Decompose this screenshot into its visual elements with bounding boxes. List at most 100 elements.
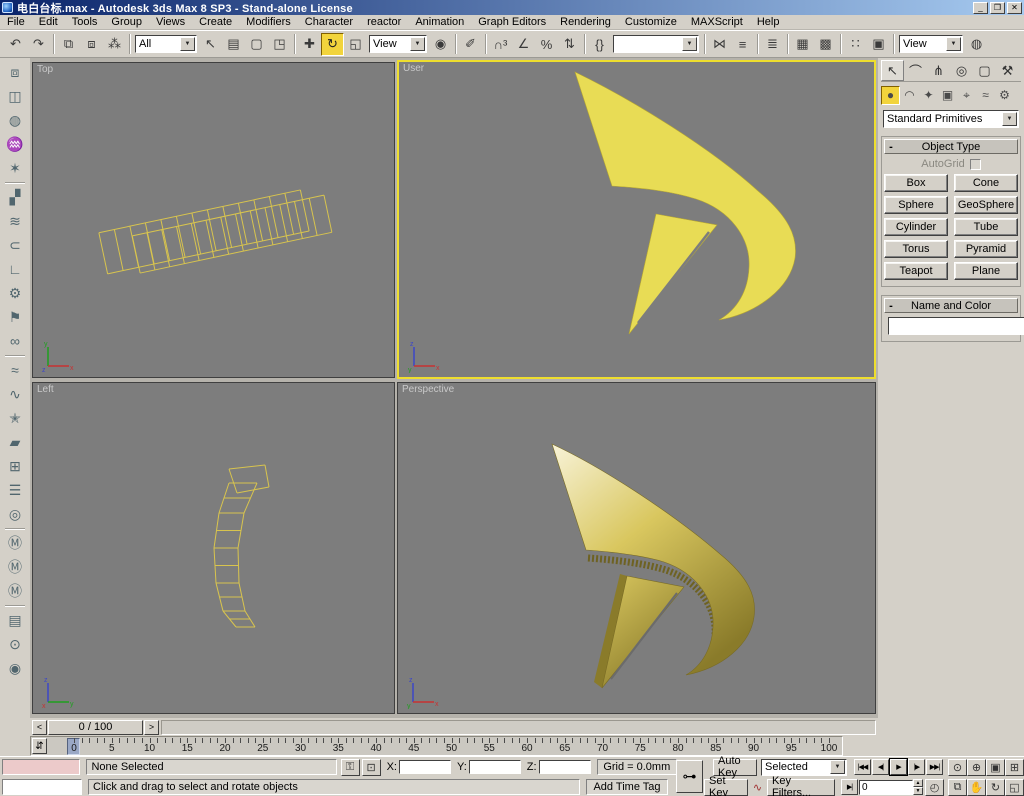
shapes-category-icon[interactable]: ◠ xyxy=(900,86,919,105)
object-type-cylinder-button[interactable]: Cylinder xyxy=(884,218,948,236)
menu-rendering[interactable]: Rendering xyxy=(553,15,618,30)
plate-icon[interactable]: ▰ xyxy=(3,430,27,454)
rectangular-selection-region-icon[interactable]: ▢ xyxy=(245,33,268,56)
previous-frame-arrow[interactable]: < xyxy=(32,720,47,735)
set-keys-button[interactable]: ⊶ xyxy=(676,760,703,793)
use-pivot-point-center-icon[interactable]: ◉ xyxy=(429,33,452,56)
spinner-snap-toggle-icon[interactable]: ⇅ xyxy=(558,33,581,56)
maxscript-mini-listener-pink[interactable] xyxy=(2,759,80,775)
ladder-icon[interactable]: ☰ xyxy=(3,478,27,502)
object-type-rollout-header[interactable]: - Object Type xyxy=(884,139,1018,154)
properties-window-icon[interactable]: ▤ xyxy=(3,608,27,632)
chevron-down-icon[interactable]: ▼ xyxy=(946,37,961,51)
object-type-torus-button[interactable]: Torus xyxy=(884,240,948,258)
viewport-user[interactable]: User z x y xyxy=(397,60,876,379)
menu-edit[interactable]: Edit xyxy=(32,15,65,30)
undo-icon[interactable]: ↶ xyxy=(4,33,27,56)
zoom-icon[interactable]: ⊙ xyxy=(948,759,967,776)
next-frame-button[interactable]: |▶ xyxy=(908,759,925,775)
x-coordinate-field[interactable] xyxy=(399,760,451,774)
spinner-down-icon[interactable]: ▼ xyxy=(913,787,923,795)
track-bar[interactable]: ⇵ 05101520253035404550556065707580859095… xyxy=(30,736,843,756)
window-crossing-icon[interactable]: ◳ xyxy=(268,33,291,56)
current-frame-field[interactable] xyxy=(859,780,913,795)
percent-snap-toggle-icon[interactable]: % xyxy=(535,33,558,56)
space-warps-category-icon[interactable]: ≈ xyxy=(976,86,995,105)
object-name-field[interactable] xyxy=(888,317,1024,335)
select-object-icon[interactable]: ↖ xyxy=(199,33,222,56)
chevron-down-icon[interactable]: ▼ xyxy=(1002,112,1017,126)
selected-dropdown[interactable]: Selected ▼ xyxy=(761,759,847,776)
fluid-icon[interactable]: ♒ xyxy=(3,132,27,156)
object-type-teapot-button[interactable]: Teapot xyxy=(884,262,948,280)
deforming-mesh-icon[interactable]: ✶ xyxy=(3,156,27,180)
default-tangents-icon[interactable]: ∿ xyxy=(748,779,767,796)
select-by-name-icon[interactable]: ▤ xyxy=(222,33,245,56)
chevron-down-icon[interactable]: ▼ xyxy=(410,37,425,51)
helpers-category-icon[interactable]: ⌖ xyxy=(957,86,976,105)
menu-animation[interactable]: Animation xyxy=(408,15,471,30)
rag-doll-icon[interactable]: ✭ xyxy=(3,406,27,430)
menu-character[interactable]: Character xyxy=(298,15,360,30)
logo-outer-swoosh[interactable] xyxy=(575,72,796,320)
menu-reactor[interactable]: reactor xyxy=(360,15,408,30)
viewport-perspective[interactable]: Perspective xyxy=(397,382,876,714)
region-zoom-icon[interactable]: ⧉ xyxy=(948,779,967,796)
unlink-selection-icon[interactable]: ⧈ xyxy=(80,33,103,56)
arc-rotate-icon[interactable]: ↻ xyxy=(986,779,1005,796)
cloth-collection-icon[interactable]: ◫ xyxy=(3,84,27,108)
viewport-perspective-label[interactable]: Perspective xyxy=(402,384,454,395)
set-key-button[interactable]: Set Key xyxy=(704,779,748,796)
render-scene-icon[interactable]: ▣ xyxy=(867,33,890,56)
autogrid-checkbox[interactable] xyxy=(970,159,981,170)
cloth-modifier-icon[interactable]: Ⓜ xyxy=(3,531,27,555)
y-coordinate-field[interactable] xyxy=(469,760,521,774)
rigid-body-collection-icon[interactable]: ⧈ xyxy=(3,60,27,84)
object-type-box-button[interactable]: Box xyxy=(884,174,948,192)
menu-group[interactable]: Group xyxy=(104,15,149,30)
angle-snap-toggle-icon[interactable]: ∠ xyxy=(512,33,535,56)
time-configuration-icon[interactable]: ◴ xyxy=(925,779,944,796)
quick-render-icon[interactable]: ◍ xyxy=(965,33,988,56)
select-and-rotate-icon[interactable]: ↻ xyxy=(321,33,344,56)
collapse-icon[interactable]: - xyxy=(885,141,897,153)
viewport-top[interactable]: Top y x z xyxy=(32,62,395,378)
wheel-icon[interactable]: ◎ xyxy=(3,502,27,526)
menu-graph-editors[interactable]: Graph Editors xyxy=(471,15,553,30)
primitive-type-dropdown[interactable]: Standard Primitives ▼ xyxy=(883,110,1019,128)
edit-named-selection-sets-icon[interactable]: {} xyxy=(588,33,611,56)
viewport-left[interactable]: Left z y x xyxy=(32,382,395,714)
name-and-color-rollout-header[interactable]: - Name and Color xyxy=(884,298,1018,313)
viewport-top-label[interactable]: Top xyxy=(37,64,53,75)
menu-tools[interactable]: Tools xyxy=(65,15,105,30)
frame-spinner[interactable]: ▲ ▼ xyxy=(913,779,923,795)
pan-icon[interactable]: ✋ xyxy=(967,779,986,796)
snaps-toggle-icon[interactable]: ∩³ xyxy=(489,33,512,56)
time-slider-handle[interactable]: 0 / 100 xyxy=(48,720,143,735)
object-type-geosphere-button[interactable]: GeoSphere xyxy=(954,196,1018,214)
z-coordinate-field[interactable] xyxy=(539,760,591,774)
chevron-down-icon[interactable]: ▼ xyxy=(830,760,845,774)
spring-icon[interactable]: ≋ xyxy=(3,209,27,233)
chevron-down-icon[interactable]: ▼ xyxy=(180,37,195,51)
wind-icon[interactable]: ⚑ xyxy=(3,305,27,329)
fracture-icon[interactable]: ⊞ xyxy=(3,454,27,478)
play-button[interactable]: ▶ xyxy=(890,759,907,775)
motor-icon[interactable]: ⚙ xyxy=(3,281,27,305)
menu-customize[interactable]: Customize xyxy=(618,15,684,30)
time-slider-track[interactable] xyxy=(161,720,876,735)
cameras-category-icon[interactable]: ▣ xyxy=(938,86,957,105)
collapse-icon[interactable]: - xyxy=(885,300,897,312)
next-frame-arrow[interactable]: > xyxy=(144,720,159,735)
selection-filter-dropdown[interactable]: All▼ xyxy=(135,35,197,53)
rope-modifier-icon[interactable]: Ⓜ xyxy=(3,579,27,603)
key-mode-toggle-button[interactable]: ▶| xyxy=(841,779,858,795)
zoom-extents-icon[interactable]: ▣ xyxy=(986,759,1005,776)
zoom-extents-all-icon[interactable]: ⊞ xyxy=(1005,759,1024,776)
logo-outer-swoosh-3d[interactable] xyxy=(552,444,755,675)
auto-key-button[interactable]: Auto Key xyxy=(713,759,757,776)
selection-lock-icon[interactable]: ⚿ xyxy=(341,759,360,776)
toy-car-icon[interactable]: ∞ xyxy=(3,329,27,353)
rope-icon[interactable]: ∿ xyxy=(3,382,27,406)
close-button[interactable]: ✕ xyxy=(1007,2,1022,14)
